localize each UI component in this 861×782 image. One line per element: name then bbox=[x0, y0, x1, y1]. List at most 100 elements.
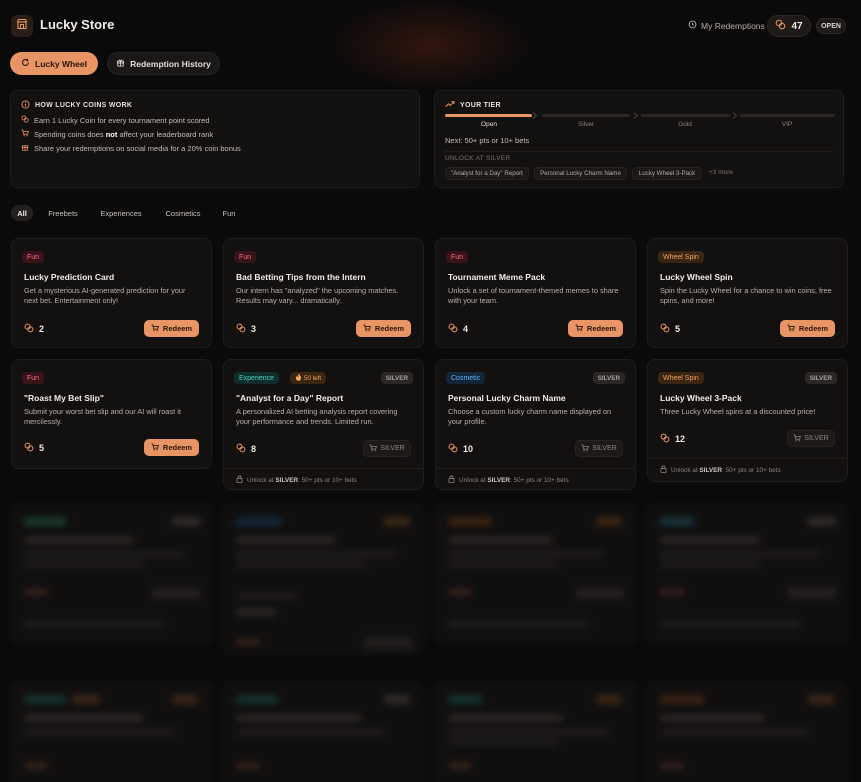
card-title: Lucky Prediction Card bbox=[24, 272, 115, 282]
info-line-share: Share your redemptions on social media f… bbox=[21, 143, 241, 153]
my-redemptions-link[interactable]: My Redemptions bbox=[688, 20, 765, 31]
filter-all[interactable]: All bbox=[11, 205, 33, 221]
card-description: Our intern has "analyzed" the upcoming m… bbox=[236, 286, 399, 305]
cart-icon bbox=[793, 434, 802, 444]
redeem-button[interactable]: Redeem bbox=[144, 320, 199, 337]
coins-icon bbox=[236, 323, 246, 335]
tab-redemption-history-label: Redemption History bbox=[130, 58, 211, 69]
redeem-label: Redeem bbox=[162, 324, 193, 333]
tier-bar-open bbox=[445, 114, 532, 117]
locked-redeem-button[interactable]: SILVER bbox=[787, 430, 835, 447]
cart-icon bbox=[581, 444, 590, 454]
tier-bar-silver bbox=[542, 114, 630, 117]
blurred-reward-card bbox=[223, 682, 424, 782]
locked-button-label: SILVER bbox=[804, 435, 829, 442]
how-coins-work-panel: HOW LUCKY COINS WORK Earn 1 Lucky Coin f… bbox=[10, 90, 420, 188]
refresh-icon bbox=[21, 58, 30, 69]
tab-lucky-wheel[interactable]: Lucky Wheel bbox=[10, 52, 98, 75]
flame-icon bbox=[295, 373, 302, 383]
reward-card-analyst-for-a-day: Experience 50 left SILVER "Analyst for a… bbox=[223, 359, 424, 490]
filter-fun[interactable]: Fun bbox=[215, 205, 243, 221]
cart-icon bbox=[21, 129, 29, 139]
filter-cosmetics[interactable]: Cosmetics bbox=[157, 205, 209, 221]
divider bbox=[436, 468, 635, 469]
category-badge: Cosmetic bbox=[446, 372, 486, 384]
cart-icon bbox=[575, 324, 583, 334]
info-line-share-text: Share your redemptions on social media f… bbox=[34, 143, 241, 153]
reward-card-roast-my-bet-slip: Fun "Roast My Bet Slip" Submit your wors… bbox=[11, 359, 212, 469]
tier-label-silver: Silver bbox=[577, 121, 595, 128]
unlock-requirement: Unlock at SILVER: 50+ pts or 10+ bets bbox=[448, 475, 569, 485]
tier-bar-vip bbox=[740, 114, 835, 117]
info-icon bbox=[21, 100, 30, 111]
cart-icon bbox=[151, 324, 159, 334]
filter-freebets[interactable]: Freebets bbox=[41, 205, 85, 221]
card-title: "Roast My Bet Slip" bbox=[24, 393, 104, 403]
redeem-button[interactable]: Redeem bbox=[144, 439, 199, 456]
card-description: Spin the Lucky Wheel for a chance to win… bbox=[660, 286, 832, 305]
card-price: 8 bbox=[236, 443, 256, 455]
redeem-button[interactable]: Redeem bbox=[568, 320, 623, 337]
locked-button-label: SILVER bbox=[592, 445, 617, 452]
unlock-at-silver-label: UNLOCK AT SILVER bbox=[445, 155, 511, 162]
coins-icon bbox=[21, 115, 29, 125]
card-price: 5 bbox=[660, 323, 680, 335]
info-line-spending: Spending coins does not affect your lead… bbox=[21, 129, 213, 139]
filter-experiences[interactable]: Experiences bbox=[92, 205, 150, 221]
divider bbox=[648, 458, 847, 459]
lock-icon bbox=[448, 475, 455, 485]
tier-required-badge: SILVER bbox=[380, 372, 413, 384]
redeem-button[interactable]: Redeem bbox=[356, 320, 411, 337]
category-badge: Fun bbox=[234, 251, 257, 263]
card-title: Lucky Wheel Spin bbox=[660, 272, 733, 282]
coins-icon bbox=[448, 443, 458, 455]
coins-icon bbox=[24, 442, 34, 454]
unlock-requirement: Unlock at SILVER: 50+ pts or 10+ bets bbox=[660, 465, 781, 475]
lock-icon bbox=[660, 465, 667, 475]
redeem-label: Redeem bbox=[374, 324, 405, 333]
card-description: Unlock a set of tournament-themed memes … bbox=[448, 286, 619, 305]
card-price: 4 bbox=[448, 323, 468, 335]
blurred-reward-card bbox=[223, 504, 424, 654]
lock-icon bbox=[236, 475, 243, 485]
more-unlocks: +3 more bbox=[709, 169, 734, 176]
unlock-requirement-text: Unlock at SILVER: 50+ pts or 10+ bets bbox=[671, 466, 781, 474]
blurred-reward-card bbox=[435, 682, 636, 782]
unlock-requirement-text: Unlock at SILVER: 50+ pts or 10+ bets bbox=[247, 476, 357, 484]
redeem-button[interactable]: Redeem bbox=[780, 320, 835, 337]
next-tier-requirement: Next: 50+ pts or 10+ bets bbox=[445, 136, 530, 145]
category-badge: Fun bbox=[22, 251, 45, 263]
card-description: A personalized AI betting analysis repor… bbox=[236, 407, 398, 426]
category-badge: Wheel Spin bbox=[658, 372, 704, 384]
card-description: Choose a custom lucky charm name display… bbox=[448, 407, 612, 426]
stock-left-text: 50 left bbox=[304, 374, 322, 382]
coins-icon bbox=[24, 323, 34, 335]
my-redemptions-label: My Redemptions bbox=[701, 20, 765, 31]
tab-lucky-wheel-label: Lucky Wheel bbox=[35, 58, 87, 69]
reward-card-lucky-charm-name: Cosmetic SILVER Personal Lucky Charm Nam… bbox=[435, 359, 636, 490]
card-price: 2 bbox=[24, 323, 44, 335]
card-title: Lucky Wheel 3-Pack bbox=[660, 393, 742, 403]
locked-redeem-button[interactable]: SILVER bbox=[575, 440, 623, 457]
coin-balance: 47 bbox=[767, 15, 811, 37]
blurred-reward-card bbox=[11, 682, 212, 782]
card-price-value: 10 bbox=[463, 444, 474, 454]
store-icon bbox=[16, 17, 28, 35]
category-badge: Experience bbox=[234, 372, 280, 384]
unlock-chip: Lucky Wheel 3-Pack bbox=[632, 167, 702, 180]
tab-redemption-history[interactable]: Redemption History bbox=[107, 52, 220, 75]
cart-icon bbox=[369, 444, 378, 454]
card-price-value: 3 bbox=[251, 324, 257, 334]
redeem-label: Redeem bbox=[162, 443, 193, 452]
locked-button-label: SILVER bbox=[380, 445, 405, 452]
card-description: Get a mysterious AI-generated prediction… bbox=[24, 286, 186, 305]
stock-badge: 50 left bbox=[290, 372, 327, 384]
locked-redeem-button[interactable]: SILVER bbox=[363, 440, 411, 457]
store-logo bbox=[11, 15, 33, 37]
tier-required-badge: SILVER bbox=[804, 372, 837, 384]
tier-bar-gold bbox=[641, 114, 730, 117]
blurred-reward-card bbox=[647, 682, 848, 782]
blurred-reward-card bbox=[11, 504, 212, 644]
card-price-value: 5 bbox=[39, 443, 45, 453]
status-badge: OPEN bbox=[816, 18, 846, 34]
